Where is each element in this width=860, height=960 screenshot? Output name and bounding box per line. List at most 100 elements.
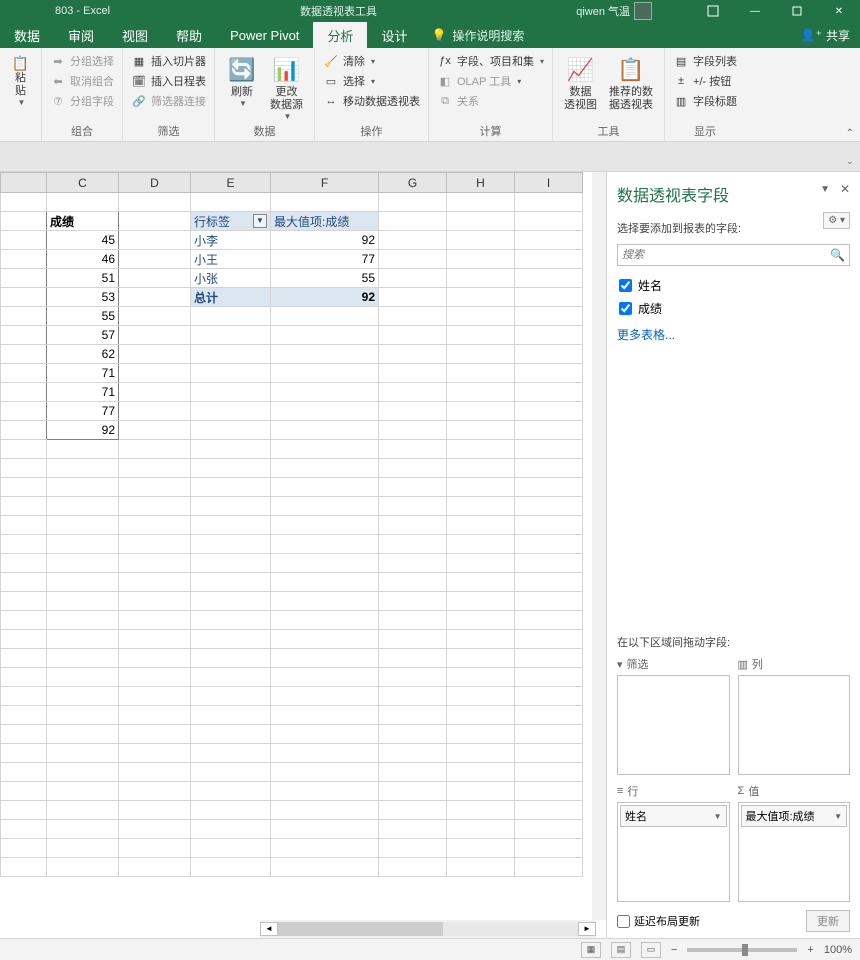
tab-analyze[interactable]: 分析 xyxy=(313,22,367,48)
cell[interactable] xyxy=(515,801,583,820)
cell[interactable] xyxy=(379,269,447,288)
cell[interactable] xyxy=(1,649,47,668)
cell[interactable] xyxy=(119,307,191,326)
cell[interactable] xyxy=(447,630,515,649)
cell[interactable] xyxy=(447,858,515,877)
cell[interactable] xyxy=(515,345,583,364)
cell[interactable] xyxy=(191,744,271,763)
values-field-chip[interactable]: 最大值项:成绩▼ xyxy=(741,805,848,827)
cell[interactable] xyxy=(515,307,583,326)
cell[interactable] xyxy=(119,668,191,687)
cell[interactable] xyxy=(515,250,583,269)
zoom-slider-handle[interactable] xyxy=(742,944,748,956)
cell[interactable] xyxy=(515,497,583,516)
cell[interactable] xyxy=(1,858,47,877)
cell[interactable] xyxy=(191,383,271,402)
cell[interactable] xyxy=(119,478,191,497)
insert-slicer-button[interactable]: ▦插入切片器 xyxy=(128,52,209,70)
worksheet-grid[interactable]: C D E F G H I 成绩行标签▼最大值项:成绩45小李9246小王775… xyxy=(0,172,606,938)
col-header[interactable]: H xyxy=(447,173,515,193)
columns-area[interactable]: ▥列 xyxy=(738,656,851,775)
cell[interactable] xyxy=(379,782,447,801)
cell[interactable] xyxy=(447,288,515,307)
cell[interactable] xyxy=(515,630,583,649)
cell[interactable] xyxy=(191,478,271,497)
cell[interactable] xyxy=(271,364,379,383)
cell[interactable] xyxy=(47,478,119,497)
defer-layout-checkbox[interactable]: 延迟布局更新 xyxy=(617,913,700,929)
cell[interactable] xyxy=(379,611,447,630)
cell[interactable] xyxy=(47,782,119,801)
cell[interactable] xyxy=(119,250,191,269)
cell[interactable] xyxy=(271,592,379,611)
cell[interactable] xyxy=(447,554,515,573)
pivot-chart-button[interactable]: 📈 数据 透视图 xyxy=(558,52,603,114)
cell[interactable] xyxy=(271,383,379,402)
refresh-button[interactable]: 🔄 刷新 ▼ xyxy=(220,52,264,110)
cell[interactable] xyxy=(515,592,583,611)
cell[interactable] xyxy=(271,801,379,820)
cell[interactable] xyxy=(515,231,583,250)
cell[interactable] xyxy=(47,763,119,782)
cell[interactable] xyxy=(47,573,119,592)
expand-formula-bar-icon[interactable]: ⌄ xyxy=(846,156,854,167)
cell[interactable] xyxy=(191,573,271,592)
field-search-input[interactable] xyxy=(622,249,830,261)
col-header[interactable]: G xyxy=(379,173,447,193)
cell[interactable] xyxy=(447,269,515,288)
cell[interactable] xyxy=(271,630,379,649)
cell[interactable] xyxy=(515,820,583,839)
maximize-button[interactable] xyxy=(776,0,818,22)
more-tables-link[interactable]: 更多表格... xyxy=(617,326,850,343)
cell[interactable]: 77 xyxy=(271,250,379,269)
cell[interactable] xyxy=(191,687,271,706)
cell[interactable] xyxy=(1,573,47,592)
cell[interactable] xyxy=(271,706,379,725)
cell[interactable] xyxy=(379,630,447,649)
cell[interactable] xyxy=(515,611,583,630)
cell[interactable] xyxy=(119,364,191,383)
cell[interactable]: 71 xyxy=(47,383,119,402)
col-header[interactable]: E xyxy=(191,173,271,193)
cell[interactable] xyxy=(515,288,583,307)
cell[interactable] xyxy=(515,573,583,592)
cell[interactable] xyxy=(1,535,47,554)
cell[interactable] xyxy=(379,231,447,250)
cell[interactable] xyxy=(1,611,47,630)
minimize-button[interactable]: — xyxy=(734,0,776,22)
cell[interactable] xyxy=(119,212,191,231)
cell[interactable] xyxy=(119,345,191,364)
cell[interactable] xyxy=(1,269,47,288)
cell[interactable] xyxy=(447,801,515,820)
cell[interactable] xyxy=(379,839,447,858)
cell[interactable] xyxy=(191,459,271,478)
cell[interactable] xyxy=(1,706,47,725)
ribbon-display-options-button[interactable] xyxy=(692,0,734,22)
relationships-button[interactable]: ⧉关系 xyxy=(434,92,547,110)
cell[interactable]: 62 xyxy=(47,345,119,364)
cell[interactable] xyxy=(1,725,47,744)
cell[interactable] xyxy=(447,839,515,858)
cell[interactable] xyxy=(271,839,379,858)
cell[interactable] xyxy=(119,858,191,877)
cell[interactable] xyxy=(119,573,191,592)
cell[interactable] xyxy=(447,326,515,345)
ungroup-button[interactable]: ⬅取消组合 xyxy=(47,72,117,90)
page-break-view-button[interactable]: ▭ xyxy=(641,942,661,958)
cell[interactable] xyxy=(515,478,583,497)
cell[interactable] xyxy=(271,744,379,763)
cell[interactable] xyxy=(47,535,119,554)
tab-view[interactable]: 视图 xyxy=(108,22,162,48)
cell[interactable] xyxy=(191,630,271,649)
cell[interactable] xyxy=(447,497,515,516)
fields-items-sets-button[interactable]: ƒx字段、项目和集▾ xyxy=(434,52,547,70)
cell[interactable] xyxy=(119,326,191,345)
cell[interactable] xyxy=(191,516,271,535)
cell[interactable] xyxy=(119,725,191,744)
cell[interactable] xyxy=(515,858,583,877)
cell[interactable] xyxy=(119,459,191,478)
cell[interactable] xyxy=(447,763,515,782)
cell[interactable] xyxy=(47,820,119,839)
cell[interactable] xyxy=(447,668,515,687)
cell[interactable]: 51 xyxy=(47,269,119,288)
